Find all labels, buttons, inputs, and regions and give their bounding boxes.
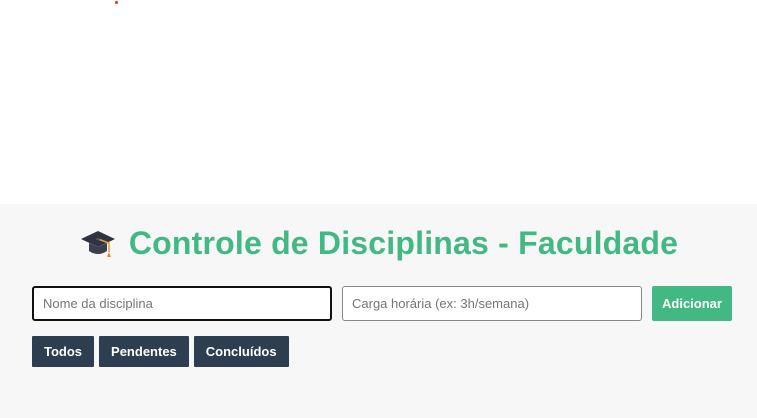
- header: Controle de Disciplinas - Faculdade: [0, 224, 757, 262]
- red-dot: [115, 1, 118, 4]
- app-container: Controle de Disciplinas - Faculdade Adic…: [0, 204, 757, 418]
- workload-input[interactable]: [342, 286, 642, 321]
- blank-top-area: [0, 0, 757, 204]
- add-button[interactable]: Adicionar: [652, 286, 732, 321]
- add-discipline-form: Adicionar: [32, 286, 732, 321]
- filter-all-button[interactable]: Todos: [32, 336, 95, 367]
- page-title: Controle de Disciplinas - Faculdade: [128, 224, 679, 261]
- discipline-name-input[interactable]: [32, 286, 332, 321]
- filter-completed-button[interactable]: Concluídos: [193, 336, 289, 367]
- graduation-cap-icon: [79, 224, 117, 262]
- filter-pending-button[interactable]: Pendentes: [99, 336, 189, 367]
- filter-bar: Todos Pendentes Concluídos: [32, 336, 289, 367]
